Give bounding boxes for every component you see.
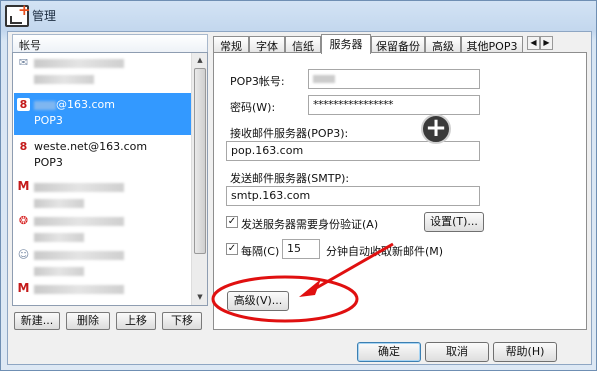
title-bar: 管理 bbox=[1, 1, 596, 29]
incoming-server-label: 接收邮件服务器(POP3): bbox=[230, 127, 349, 140]
interval-label: 每隔(C) bbox=[241, 245, 280, 258]
ok-button[interactable]: 确定 bbox=[357, 342, 421, 362]
tab-other-pop3[interactable]: 其他POP3 bbox=[461, 36, 523, 53]
blurred-account bbox=[313, 75, 335, 83]
tab-server[interactable]: 服务器 bbox=[321, 34, 371, 54]
account-name: @163.com bbox=[56, 98, 115, 111]
account-panel: 帐号 ✉ 8 @163.com POP3 8 weste.net@163.com… bbox=[12, 34, 208, 330]
app-icon bbox=[5, 1, 31, 27]
netease-163-icon: 8 bbox=[17, 98, 30, 111]
incoming-server-input[interactable]: pop.163.com bbox=[226, 141, 480, 161]
account-manager-window: 管理 帐号 ✉ 8 @163.com POP3 8 weste.net@163.… bbox=[0, 0, 597, 371]
gmail-icon: M bbox=[17, 179, 30, 193]
settings-button[interactable]: 设置(T)... bbox=[424, 212, 484, 232]
qq-icon: ☺ bbox=[17, 248, 30, 261]
blurred-type bbox=[34, 74, 94, 84]
account-type: POP3 bbox=[34, 156, 63, 169]
list-item[interactable]: M bbox=[14, 277, 192, 305]
account-list: ✉ 8 @163.com POP3 8 weste.net@163.com PO… bbox=[12, 52, 208, 306]
password-input[interactable]: **************** bbox=[308, 95, 480, 115]
pop3-account-input[interactable] bbox=[308, 69, 480, 89]
scroll-down-arrow-icon[interactable]: ▼ bbox=[192, 290, 207, 305]
blurred-type bbox=[34, 198, 84, 208]
tab-left-arrow-icon[interactable]: ◀ bbox=[527, 36, 540, 50]
account-list-scrollbar[interactable]: ▲ ▼ bbox=[191, 53, 207, 305]
interval-input[interactable]: 15 bbox=[282, 239, 320, 259]
blurred-name bbox=[34, 216, 124, 226]
tab-stationery[interactable]: 信纸 bbox=[285, 36, 321, 53]
server-tab-page: POP3帐号: 密码(W): **************** 接收邮件服务器(… bbox=[213, 52, 587, 330]
blurred-name bbox=[34, 182, 124, 192]
auth-label: 发送服务器需要身份验证(A) bbox=[241, 218, 379, 231]
blurred-username bbox=[34, 100, 56, 110]
tab-advanced[interactable]: 高级 bbox=[425, 36, 461, 53]
blurred-type bbox=[34, 232, 84, 242]
tab-general[interactable]: 常规 bbox=[213, 36, 249, 53]
scroll-thumb[interactable] bbox=[194, 68, 206, 254]
dialog-content: 帐号 ✉ 8 @163.com POP3 8 weste.net@163.com… bbox=[7, 31, 592, 365]
sina-icon: ❂ bbox=[18, 214, 29, 227]
help-button[interactable]: 帮助(H) bbox=[493, 342, 557, 362]
tab-font[interactable]: 字体 bbox=[249, 36, 285, 53]
account-name: weste.net@163.com bbox=[34, 140, 148, 153]
blurred-type bbox=[34, 266, 84, 276]
interval-checkbox[interactable]: ✓ bbox=[226, 243, 238, 255]
gmail-icon: M bbox=[17, 281, 30, 295]
tab-right-arrow-icon[interactable]: ▶ bbox=[540, 36, 553, 50]
delete-account-button[interactable]: 删除 bbox=[66, 312, 110, 330]
outgoing-server-input[interactable]: smtp.163.com bbox=[226, 186, 480, 206]
list-item[interactable]: 8 weste.net@163.com POP3 bbox=[14, 135, 192, 175]
scroll-up-arrow-icon[interactable]: ▲ bbox=[192, 53, 207, 68]
interval-suffix-label: 分钟自动收取新邮件(M) bbox=[326, 245, 444, 258]
add-plus-icon: + bbox=[421, 114, 451, 144]
blurred-name bbox=[34, 284, 124, 294]
tab-scroll-arrows: ◀ ▶ bbox=[527, 36, 555, 52]
window-title: 管理 bbox=[32, 9, 57, 23]
auth-checkbox[interactable]: ✓ bbox=[226, 216, 238, 228]
account-list-header: 帐号 bbox=[12, 34, 208, 52]
list-item-selected[interactable]: 8 @163.com POP3 bbox=[14, 93, 192, 135]
list-item[interactable]: ✉ bbox=[14, 53, 192, 91]
outgoing-server-label: 发送邮件服务器(SMTP): bbox=[230, 172, 350, 185]
account-type: POP3 bbox=[34, 114, 63, 127]
cancel-button[interactable]: 取消 bbox=[425, 342, 489, 362]
password-label: 密码(W): bbox=[230, 101, 276, 114]
move-down-button[interactable]: 下移 bbox=[162, 312, 202, 330]
new-account-button[interactable]: 新建... bbox=[14, 312, 60, 330]
mail-icon: ✉ bbox=[18, 56, 29, 69]
netease-163-icon: 8 bbox=[19, 140, 28, 153]
advanced-button[interactable]: 高级(V)... bbox=[227, 291, 289, 311]
blurred-name bbox=[34, 250, 124, 260]
blurred-name bbox=[34, 58, 124, 68]
pop3-account-label: POP3帐号: bbox=[230, 75, 285, 88]
tab-backup[interactable]: 保留备份 bbox=[371, 36, 425, 53]
move-up-button[interactable]: 上移 bbox=[116, 312, 156, 330]
